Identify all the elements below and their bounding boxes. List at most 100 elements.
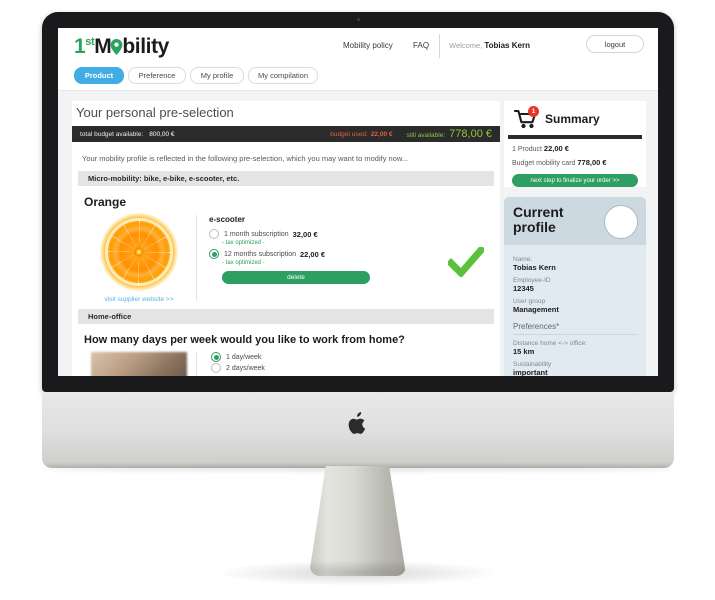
budget-total: total budget available: 800,00 € [80,131,330,138]
pre-selection-card: Your personal pre-selection total budget… [72,101,500,376]
summary-budget-label: Budget mobility card [512,160,576,167]
home-office-photo [91,352,187,376]
budget-total-value: 800,00 € [149,130,175,138]
welcome-prefix: Welcome, [449,41,483,50]
budget-available-value: 778,00 € [449,128,492,140]
profile-fields: Name: Tobias Kern Employee-ID 12345 User… [504,245,646,376]
profile-name-label: Name: [513,256,533,263]
summary-line-budget-card: Budget mobility card 778,00 € [504,153,646,167]
profile-header: Current profile [504,197,646,245]
option-1-month-label: 1 month subscription [224,230,289,238]
preference-distance-label: Distance home <-> office: [513,340,587,347]
webcam-icon [356,18,360,21]
option-2-days-week[interactable]: 2 days/week [211,363,490,373]
home-office-image-column [84,352,194,376]
option-12-months-price: 22,00 € [299,249,326,259]
home-office-options: 1 day/week 2 days/week [196,352,490,376]
section-header-micro-mobility: Micro-mobility: bike, e-bike, e-scooter,… [78,171,494,186]
budget-used-value: 22,00 € [370,130,393,138]
profile-employee-id-label: Employee-ID [513,277,551,284]
summary-card: 1 Summary 1 Product 22,00 € Budget mobil… [504,101,646,187]
green-check-icon [446,245,486,279]
orange-slice-photo [100,213,178,291]
nav-mobility-policy[interactable]: Mobility policy [343,41,393,50]
budget-available-label: still available: [406,132,446,139]
logout-button[interactable]: logout [586,35,644,53]
budget-used-label: budget used: [330,130,368,138]
supplier-website-link[interactable]: visit supplier website >> [84,296,194,303]
welcome-message: Welcome, Tobias Kern [449,41,530,50]
preference-distance-value: 15 km [513,347,535,356]
cart-badge-count: 1 [528,106,539,117]
section-header-home-office: Home-office [78,309,494,324]
product-image-column: visit supplier website >> [84,213,194,303]
tab-bar: Product Preference My profile My compila… [58,64,658,91]
intro-text: Your mobility profile is reflected in th… [82,154,409,163]
profile-title-line1: Current [513,204,564,220]
home-office-row: 1 day/week 2 days/week [72,352,500,376]
header-nav: Mobility policy FAQ [343,41,447,50]
home-office-question: How many days per week would you like to… [84,334,405,346]
page-body: Your personal pre-selection total budget… [58,91,658,376]
sidebar: 1 Summary 1 Product 22,00 € Budget mobil… [498,91,658,376]
logo-m: M [94,35,112,58]
profile-name-value: Tobias Kern [513,263,556,272]
budget-total-label: total budget available: [80,130,144,138]
preference-sustainability-label: Sustainability [513,361,552,368]
apple-logo-icon [348,412,368,436]
location-pin-icon [110,37,123,55]
tab-my-profile[interactable]: My profile [190,67,244,84]
profile-user-group-value: Management [513,305,559,314]
summary-header: 1 Summary [504,101,646,135]
summary-title: Summary [545,112,600,126]
tab-product[interactable]: Product [74,67,124,84]
preference-sustainability-value: important [513,368,548,376]
summary-product-value: 22,00 € [543,144,569,153]
next-step-button[interactable]: next step to finalize your order >> [512,174,638,187]
profile-title: Current profile [513,205,564,234]
shopping-cart-icon[interactable]: 1 [513,106,539,129]
imac-mockup-scene: 1stM bility Mobility policy FAQ Welcome, … [0,0,715,600]
delete-button[interactable]: delete [222,271,370,284]
tab-my-compilation[interactable]: My compilation [248,67,318,84]
logo-superscript: st [85,36,95,48]
option-12-months-label: 12 months subscription [224,250,296,258]
option-1-month-price: 32,00 € [292,229,318,239]
budget-bar: total budget available: 800,00 € budget u… [72,126,500,142]
radio-1-month[interactable] [209,229,219,239]
summary-line-product: 1 Product 22,00 € [504,139,646,153]
option-group-title: e-scooter [209,215,246,224]
user-name: Tobias Kern [484,41,530,50]
budget-available: still available: 778,00 € [407,128,493,140]
option-2-days-week-label: 2 days/week [226,364,265,372]
product-divider [196,215,197,301]
site-header: 1stM bility Mobility policy FAQ Welcome, … [58,28,658,64]
nav-faq[interactable]: FAQ [413,41,429,50]
summary-budget-value: 778,00 € [577,158,607,167]
radio-2-days-week[interactable] [211,363,221,373]
floor-shadow [212,560,503,586]
browser-viewport: 1stM bility Mobility policy FAQ Welcome, … [58,28,658,376]
option-1-day-week-label: 1 day/week [226,353,262,361]
option-1-month[interactable]: 1 month subscription 32,00 € [209,229,490,239]
main-column: Your personal pre-selection total budget… [58,91,500,376]
tax-note-1-month: - tax optimized - [222,240,265,246]
preferences-heading: Preferences* [513,322,637,335]
profile-title-line2: profile [513,218,556,235]
product-row: visit supplier website >> e-scooter 1 mo… [72,213,500,309]
page-title: Your personal pre-selection [76,105,234,120]
avatar [604,205,638,239]
tab-preference[interactable]: Preference [128,67,186,84]
current-profile-card: Current profile Name: Tobias Kern Employ… [504,197,646,376]
radio-1-day-week[interactable] [211,352,221,362]
logo-one: 1 [74,35,86,58]
profile-employee-id-value: 12345 [513,284,534,293]
brand-logo[interactable]: 1stM bility [74,35,169,59]
logo-bility: bility [122,35,169,58]
radio-12-months[interactable] [209,249,219,259]
budget-used: budget used: 22,00 € [330,131,392,138]
option-1-day-week[interactable]: 1 day/week [211,352,490,362]
header-divider [439,34,440,58]
summary-product-label: 1 Product [512,146,542,153]
profile-user-group-label: User group [513,298,546,305]
